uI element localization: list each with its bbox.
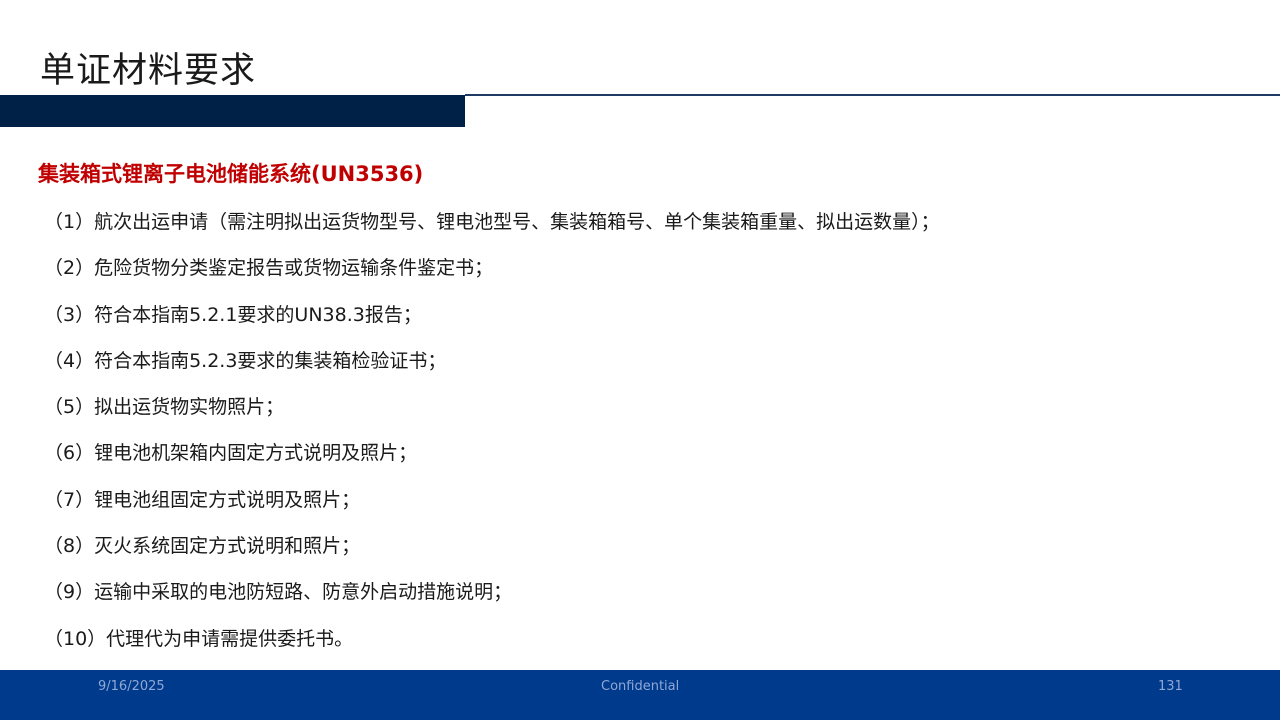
header-rule: [465, 94, 1280, 96]
list-item: （5）拟出运货物实物照片；: [44, 396, 285, 419]
footer-bar: 9/16/2025 Confidential 131: [0, 670, 1280, 720]
list-item: （1）航次出运申请（需注明拟出运货物型号、锂电池型号、集装箱箱号、单个集装箱重量…: [44, 211, 940, 233]
footer-date: 9/16/2025: [98, 679, 165, 694]
section-heading: 集装箱式锂离子电池储能系统(UN3536): [38, 162, 424, 186]
list-item: （7）锂电池组固定方式说明及照片；: [44, 488, 361, 511]
footer-confidential: Confidential: [601, 679, 680, 694]
slide-title: 单证材料要求: [40, 51, 257, 91]
footer-page-number: 131: [1158, 679, 1183, 694]
header-bar: [0, 95, 465, 127]
list-item: （3）符合本指南5.2.1要求的UN38.3报告；: [44, 303, 422, 326]
list-item: （8）灭火系统固定方式说明和照片；: [44, 535, 361, 558]
requirements-list: （1）航次出运申请（需注明拟出运货物型号、锂电池型号、集装箱箱号、单个集装箱重量…: [44, 204, 940, 667]
slide: 单证材料要求 集装箱式锂离子电池储能系统(UN3536) （1）航次出运申请（需…: [0, 0, 1280, 720]
list-item: （10）代理代为申请需提供委托书。: [44, 627, 354, 650]
list-item: （6）锂电池机架箱内固定方式说明及照片；: [44, 442, 418, 465]
list-item: （9）运输中采取的电池防短路、防意外启动措施说明；: [44, 581, 513, 604]
list-item: （4）符合本指南5.2.3要求的集装箱检验证书；: [44, 349, 447, 372]
list-item: （2）危险货物分类鉴定报告或货物运输条件鉴定书；: [44, 257, 494, 280]
